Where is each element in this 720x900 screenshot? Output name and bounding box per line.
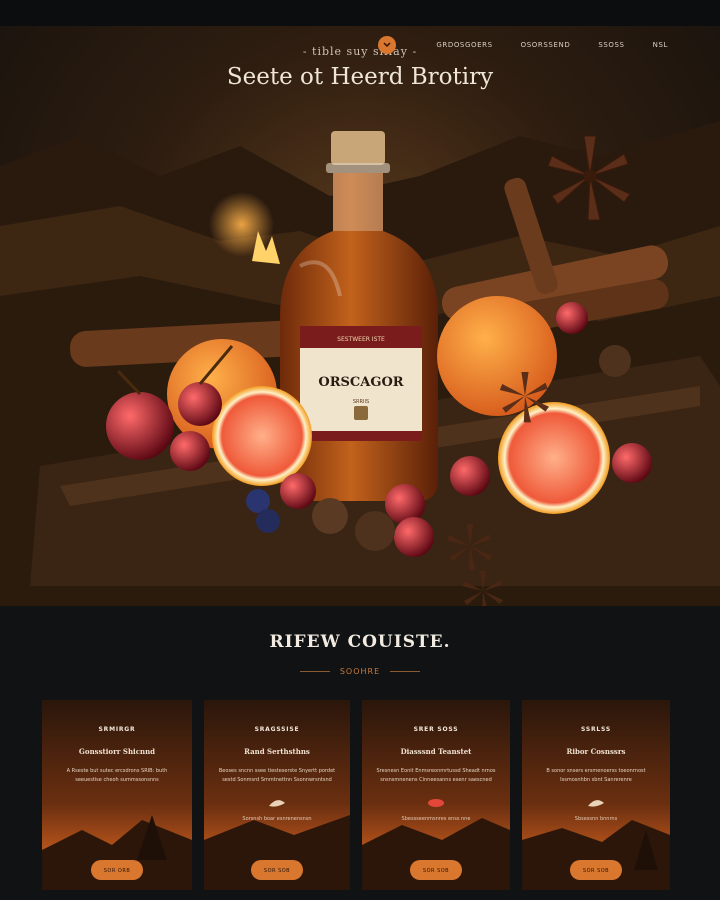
nav-link-4[interactable]: NSL (653, 41, 668, 49)
hero-title: Seete ot Heerd Brotiry (226, 64, 494, 90)
card-1-subtitle: Gonsstiorr Shicnnd (78, 747, 156, 756)
top-strip (0, 0, 720, 26)
card-1-button[interactable]: SOR ORB (91, 860, 143, 880)
card-4-leaf-icon (522, 793, 670, 812)
card-3-text: Sresnesn Eonit Enmsreonmrtussd Sheadt nr… (376, 768, 496, 783)
card-4-note: Sbsessnn bnnrns (574, 816, 618, 822)
divider-right (390, 671, 421, 672)
card-1-title: SRMIRGR (98, 726, 136, 733)
card-4-button[interactable]: SOR SOB (570, 860, 622, 880)
card-1: SRMIRGR Gonsstiorr Shicnnd A Rseste but … (42, 700, 192, 890)
card-2-text: Beoses sncnn ssee tiesteserste Snyertt p… (218, 768, 336, 783)
card-4: SSRLSS Ribor Cosnssrs B sonor snsers ers… (522, 700, 670, 890)
card-3-subtitle: Diasssnd Teanstet (400, 747, 472, 756)
section-title: RIFEW COUISTE. (269, 632, 451, 652)
logo-chevron-icon[interactable] (378, 36, 397, 54)
nav-link-2[interactable]: OSORSSEND (521, 41, 571, 49)
top-nav: GRDOSGOERS OSORSSEND SSOSS NSL (0, 26, 720, 64)
card-4-subtitle: Ribor Cosnssrs (566, 747, 626, 756)
hero-banner: SESTWEER ISTE ORSCAGOR SRRIIS (0, 26, 720, 606)
card-2-title: SRAGSSISE (254, 726, 300, 733)
card-4-text: B sonor snsers ersmenoerss toeonrnost Is… (546, 768, 646, 783)
card-2-leaf-icon (204, 793, 350, 812)
nav-link-3[interactable]: SSOSS (598, 41, 624, 49)
card-4-title: SSRLSS (581, 726, 611, 733)
hero-illustration: SESTWEER ISTE ORSCAGOR SRRIIS (0, 121, 720, 606)
card-2-subtitle: Rand Serthsthns (244, 747, 310, 756)
card-3-title: SRER SOSS (413, 726, 459, 733)
bottle-label-top: SESTWEER ISTE (337, 336, 385, 343)
card-3-button[interactable]: SOR SOB (410, 860, 462, 880)
section-subtitle: SOOHRE (0, 667, 720, 676)
bottle-label-brand: ORSCAGOR (318, 375, 403, 390)
card-3: SRER SOSS Diasssnd Teanstet Sresnesn Eon… (362, 700, 510, 890)
card-3-note: Sbessseenmsnres enss nne (401, 816, 471, 822)
nav-link-1[interactable]: GRDOSGOERS (436, 41, 492, 49)
card-3-fruit-icon (362, 793, 510, 812)
section-subtitle-text: SOOHRE (339, 667, 381, 676)
card-2-note: Sorsnsh boar esnrenensnsn (242, 816, 312, 822)
divider-left (299, 671, 330, 672)
card-grid: SRMIRGR Gonsstiorr Shicnnd A Rseste but … (42, 700, 670, 890)
card-2: SRAGSSISE Rand Serthsthns Beoses sncnn s… (204, 700, 350, 890)
card-1-text: A Rseste but sutec ercsdrons SRIB: buth … (66, 768, 168, 783)
bottle-label-small: SRRIIS (353, 399, 369, 405)
card-2-button[interactable]: SOR SOB (251, 860, 303, 880)
